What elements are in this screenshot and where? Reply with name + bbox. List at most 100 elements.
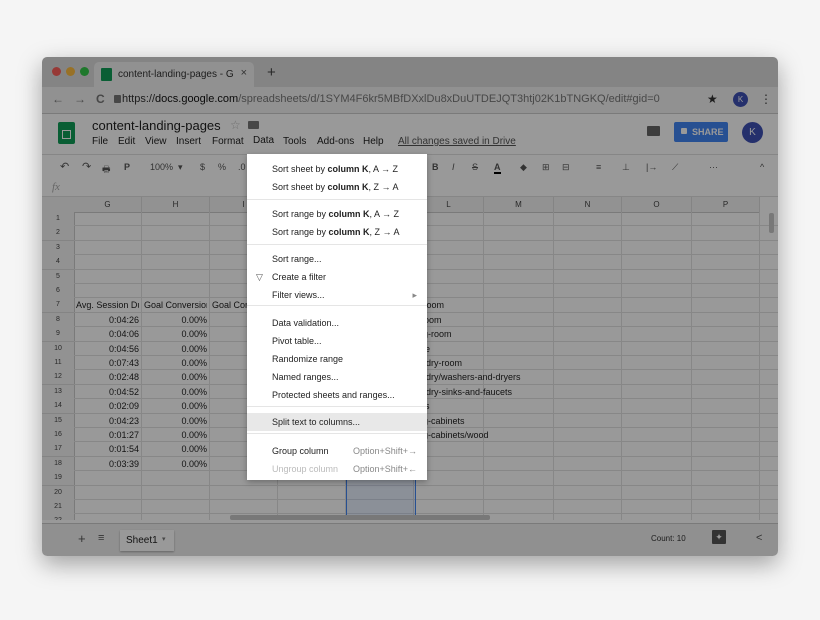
menu-item-sort-range[interactable]: Sort range...: [247, 250, 427, 268]
cell-header-goal-conversion[interactable]: Goal Conversion: [144, 300, 207, 310]
row-header[interactable]: 10: [42, 341, 75, 357]
comments-icon[interactable]: [647, 126, 660, 136]
document-title[interactable]: content-landing-pages: [92, 118, 221, 133]
menu-item-randomize-range[interactable]: Randomize range: [247, 350, 427, 368]
cell-goal-conversion[interactable]: 0.00%: [144, 387, 207, 397]
star-document-icon[interactable]: ☆: [230, 118, 241, 132]
zoom-select[interactable]: 100%: [150, 162, 173, 172]
column-header-g[interactable]: G: [74, 197, 142, 213]
menu-item-named-ranges[interactable]: Named ranges...: [247, 368, 427, 386]
cell-avg-session-duration[interactable]: 0:02:09: [76, 401, 139, 411]
cell-goal-conversion[interactable]: 0.00%: [144, 344, 207, 354]
menu-item-protected-sheets-and-ranges[interactable]: Protected sheets and ranges...: [247, 386, 427, 404]
row-header[interactable]: 11: [42, 356, 75, 371]
row-header[interactable]: 15: [42, 413, 75, 429]
collapse-side-panel-icon[interactable]: <: [756, 532, 762, 544]
row-header[interactable]: 13: [42, 384, 75, 400]
row-header[interactable]: 8: [42, 312, 75, 328]
row-header[interactable]: 14: [42, 399, 75, 415]
row-header[interactable]: 22: [42, 514, 75, 520]
save-status-link[interactable]: All changes saved in Drive: [398, 136, 516, 147]
row-header[interactable]: 5: [42, 269, 75, 285]
cell-avg-session-duration[interactable]: 0:04:52: [76, 387, 139, 397]
row-header[interactable]: 3: [42, 240, 75, 256]
column-header-m[interactable]: M: [484, 197, 554, 213]
row-header[interactable]: 9: [42, 327, 75, 343]
url-field[interactable]: https://docs.google.com/spreadsheets/d/1…: [122, 93, 660, 105]
vertical-align-icon[interactable]: ⊥: [622, 162, 630, 173]
menu-item-group-column[interactable]: Group column Option+Shift+→: [247, 442, 427, 460]
share-button[interactable]: SHARE: [674, 122, 728, 142]
cell-goal-conversion[interactable]: 0.00%: [144, 430, 207, 440]
cell-landing-page[interactable]: undry/washers-and-dryers: [416, 372, 616, 382]
menu-item-create-filter[interactable]: Create a filter ▽: [247, 268, 427, 286]
cell-avg-session-duration[interactable]: 0:04:26: [76, 315, 139, 325]
selection-count[interactable]: Count: 10: [651, 534, 686, 543]
fill-color-icon[interactable]: ◆: [520, 162, 527, 173]
cell-landing-page[interactable]: throom: [416, 300, 616, 310]
more-tools-icon[interactable]: ···: [709, 162, 718, 172]
all-sheets-icon[interactable]: ≡: [98, 532, 104, 544]
row-header[interactable]: 4: [42, 255, 75, 271]
currency-format-button[interactable]: $: [200, 162, 205, 172]
cell-landing-page[interactable]: ing-room: [416, 329, 616, 339]
italic-button[interactable]: I: [452, 162, 455, 172]
explore-icon[interactable]: ✦: [712, 530, 726, 544]
column-header-n[interactable]: N: [554, 197, 622, 213]
menu-item-sort-range-a-z[interactable]: Sort range by column K, A → Z: [247, 205, 427, 223]
bookmark-star-icon[interactable]: ★: [707, 92, 718, 106]
row-header[interactable]: 19: [42, 471, 75, 487]
menu-format[interactable]: Format: [212, 136, 244, 147]
cell-avg-session-duration[interactable]: 0:03:39: [76, 459, 139, 469]
menu-add-ons[interactable]: Add-ons: [317, 136, 354, 147]
cell-avg-session-duration[interactable]: 0:02:48: [76, 372, 139, 382]
account-avatar[interactable]: K: [742, 122, 763, 143]
decrease-decimal-button[interactable]: .0: [238, 162, 246, 172]
menu-insert[interactable]: Insert: [176, 136, 201, 147]
redo-icon[interactable]: ↷: [82, 160, 91, 173]
cell-landing-page[interactable]: ing-cabinets/wood: [416, 430, 616, 440]
vertical-scrollbar[interactable]: [769, 213, 774, 233]
sheets-logo-icon[interactable]: [58, 122, 75, 144]
sheet-tab-sheet1[interactable]: Sheet1 ▾: [120, 530, 174, 551]
close-window-button[interactable]: [52, 67, 61, 76]
cell-avg-session-duration[interactable]: 0:04:06: [76, 329, 139, 339]
percent-format-button[interactable]: %: [218, 162, 226, 172]
horizontal-align-icon[interactable]: ≡: [596, 162, 601, 172]
cell-goal-conversion[interactable]: 0.00%: [144, 459, 207, 469]
cell-avg-session-duration[interactable]: 0:04:23: [76, 416, 139, 426]
column-header-h[interactable]: H: [142, 197, 210, 213]
menu-item-sort-range-z-a[interactable]: Sort range by column K, Z → A: [247, 223, 427, 241]
menu-item-filter-views[interactable]: Filter views... ▸: [247, 286, 427, 304]
text-rotation-icon[interactable]: ⟋: [672, 162, 678, 173]
cell-landing-page[interactable]: sks: [416, 401, 616, 411]
merge-cells-icon[interactable]: ⊟: [562, 162, 570, 173]
menu-item-pivot-table[interactable]: Pivot table...: [247, 332, 427, 350]
cell-landing-page[interactable]: undry-sinks-and-faucets: [416, 387, 616, 397]
menu-view[interactable]: View: [145, 136, 167, 147]
cell-landing-page[interactable]: undry-room: [416, 358, 616, 368]
cell-goal-conversion[interactable]: 0.00%: [144, 401, 207, 411]
row-header[interactable]: 21: [42, 500, 75, 515]
menu-edit[interactable]: Edit: [118, 136, 135, 147]
cell-header-avg-session-duration[interactable]: Avg. Session Du: [76, 300, 139, 310]
back-arrow-icon[interactable]: ←: [52, 92, 64, 106]
row-header[interactable]: 2: [42, 226, 75, 242]
paint-format-icon[interactable]: P: [124, 162, 130, 172]
cell-goal-conversion[interactable]: 0.00%: [144, 315, 207, 325]
row-header[interactable]: 1: [42, 212, 75, 227]
cell-goal-conversion[interactable]: 0.00%: [144, 329, 207, 339]
cell-avg-session-duration[interactable]: 0:04:56: [76, 344, 139, 354]
cell-goal-conversion[interactable]: 0.00%: [144, 372, 207, 382]
forward-arrow-icon[interactable]: →: [74, 92, 86, 106]
menu-item-data-validation[interactable]: Data validation...: [247, 314, 427, 332]
print-icon[interactable]: 🖶: [102, 162, 111, 178]
horizontal-scrollbar[interactable]: [230, 515, 490, 520]
reload-icon[interactable]: C: [96, 92, 105, 106]
cell-landing-page[interactable]: fice: [416, 344, 616, 354]
row-header[interactable]: 18: [42, 456, 75, 472]
row-header[interactable]: 17: [42, 442, 75, 458]
cell-goal-conversion[interactable]: 0.00%: [144, 416, 207, 426]
borders-icon[interactable]: ⊞: [542, 162, 550, 173]
column-header-p[interactable]: P: [692, 197, 760, 213]
